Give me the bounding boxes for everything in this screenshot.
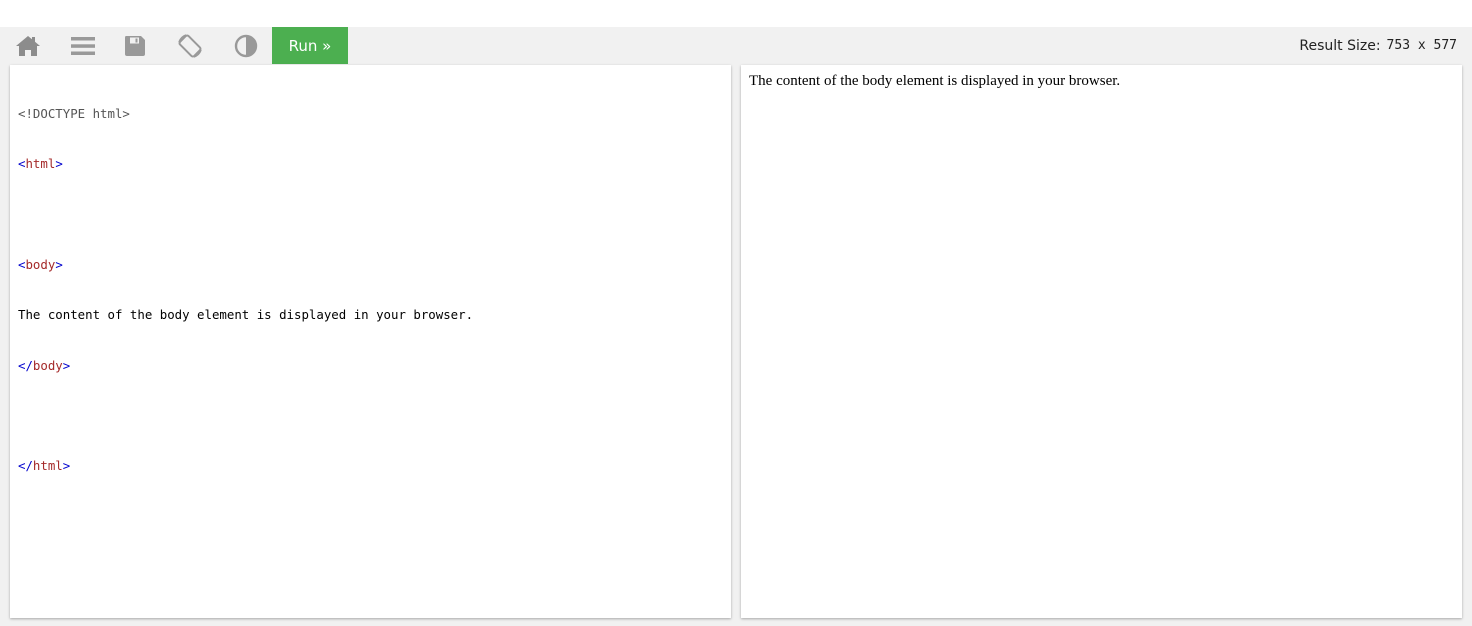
code-bracket: > (62, 357, 71, 373)
code-editor[interactable]: <!DOCTYPE html> <html> <body> The conten… (10, 65, 731, 618)
code-bracket: > (55, 256, 63, 272)
workspace: Run » Result Size: 753 x 577 <!DOCTYPE h… (0, 27, 1472, 626)
code-line: <html> (18, 156, 473, 173)
home-icon (16, 35, 40, 56)
code-bracket: > (62, 458, 71, 474)
code-bracket: > (55, 155, 63, 171)
result-size-value: 753 x 577 (1386, 38, 1457, 53)
menu-icon (71, 36, 95, 55)
code-tag: html (25, 155, 56, 171)
code-line: <!DOCTYPE html> (18, 106, 473, 123)
code-line: <body> (18, 257, 473, 274)
code-tag: body (32, 357, 63, 373)
code-doctype: <!DOCTYPE html> (18, 105, 130, 121)
code-line: The content of the body element is displ… (18, 307, 473, 324)
contrast-icon (234, 34, 258, 57)
menu-button[interactable] (63, 27, 103, 64)
home-button[interactable] (8, 27, 48, 64)
code-bracket: </ (18, 357, 33, 373)
code-tag: html (32, 458, 63, 474)
theme-button[interactable] (226, 27, 266, 64)
rotate-icon (178, 33, 202, 58)
toolbar: Run » Result Size: 753 x 577 (0, 27, 1472, 64)
code-content[interactable]: <!DOCTYPE html> <html> <body> The conten… (18, 72, 473, 509)
code-line: </html> (18, 458, 473, 475)
result-frame: The content of the body element is displ… (741, 65, 1462, 618)
result-size: Result Size: 753 x 577 (1299, 27, 1457, 64)
save-button[interactable] (115, 27, 155, 64)
run-button[interactable]: Run » (272, 27, 348, 64)
result-text: The content of the body element is displ… (749, 73, 1121, 89)
result-size-label: Result Size: (1299, 37, 1381, 54)
orientation-button[interactable] (170, 27, 210, 64)
code-line: </body> (18, 358, 473, 375)
save-icon (125, 35, 145, 56)
code-bracket: </ (18, 458, 33, 474)
code-tag: body (25, 256, 56, 272)
code-text: The content of the body element is displ… (18, 307, 474, 323)
